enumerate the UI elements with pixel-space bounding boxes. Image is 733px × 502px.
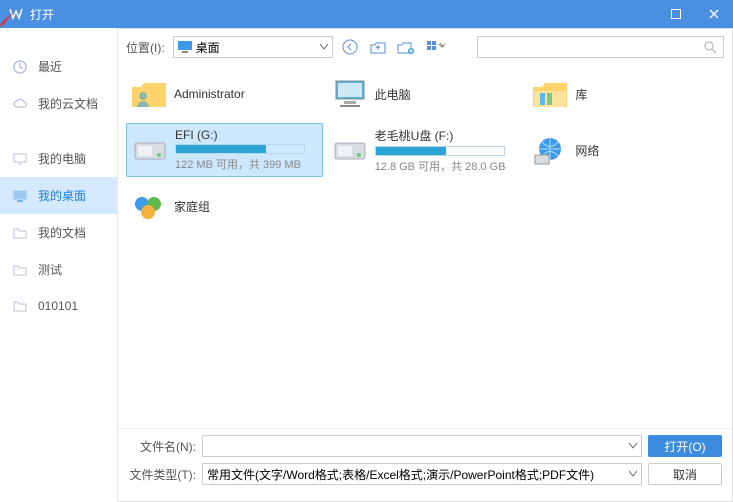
- computer-icon: [331, 75, 369, 113]
- sidebar-item-label: 我的电脑: [38, 150, 86, 167]
- sidebar-item-desktop[interactable]: 我的桌面: [0, 177, 117, 214]
- item-usb-drive[interactable]: 老毛桃U盘 (F:) 12.8 GB 可用，共 28.0 GB: [327, 123, 524, 177]
- item-label: 网络: [575, 142, 720, 159]
- cancel-button[interactable]: 取消: [648, 463, 722, 485]
- usage-bar: [175, 144, 305, 154]
- sidebar-item-recent[interactable]: 最近: [0, 48, 117, 85]
- library-icon: [531, 75, 569, 113]
- sidebar-item-label: 我的云文档: [38, 95, 98, 112]
- folder-icon: [12, 262, 28, 278]
- sidebar-item-label: 最近: [38, 58, 62, 75]
- search-box[interactable]: [477, 36, 724, 58]
- up-button[interactable]: [367, 36, 389, 58]
- item-efi-drive[interactable]: EFI (G:) 122 MB 可用，共 399 MB: [126, 123, 323, 177]
- new-folder-button[interactable]: [395, 36, 417, 58]
- maximize-button[interactable]: [657, 0, 695, 28]
- desktop-icon: [12, 188, 28, 204]
- item-network[interactable]: 网络: [527, 123, 724, 177]
- location-value: 桌面: [196, 39, 220, 56]
- item-label: 家庭组: [174, 198, 319, 215]
- drive-icon: [131, 131, 169, 169]
- item-label: EFI (G:): [175, 128, 318, 142]
- chevron-down-icon: [629, 443, 637, 449]
- annotation-arrow: [0, 12, 14, 28]
- network-icon: [531, 131, 569, 169]
- sidebar-item-cloud[interactable]: 我的云文档: [0, 85, 117, 122]
- sidebar-item-computer[interactable]: 我的电脑: [0, 140, 117, 177]
- filename-label: 文件名(N):: [128, 438, 196, 455]
- chevron-down-icon: [320, 44, 328, 50]
- back-button[interactable]: [339, 36, 361, 58]
- item-homegroup[interactable]: 家庭组: [126, 179, 323, 233]
- filetype-label: 文件类型(T):: [128, 466, 196, 483]
- folder-icon: [12, 298, 28, 314]
- titlebar: 打开: [0, 0, 733, 28]
- folder-icon: [12, 225, 28, 241]
- item-subtext: 12.8 GB 可用，共 28.0 GB: [375, 158, 520, 174]
- usage-bar: [375, 146, 505, 156]
- sidebar-item-label: 测试: [38, 261, 62, 278]
- item-administrator[interactable]: Administrator: [126, 67, 323, 121]
- drive-icon: [331, 131, 369, 169]
- sidebar-item-documents[interactable]: 我的文档: [0, 214, 117, 251]
- item-this-pc[interactable]: 此电脑: [327, 67, 524, 121]
- main-panel: 位置(I): 桌面 Administrator 此电脑: [118, 28, 733, 502]
- item-label: 此电脑: [375, 86, 520, 103]
- item-label: Administrator: [174, 87, 319, 101]
- filetype-select[interactable]: 常用文件(文字/Word格式;表格/Excel格式;演示/PowerPoint格…: [202, 463, 642, 485]
- open-button[interactable]: 打开(O): [648, 435, 722, 457]
- monitor-icon: [12, 151, 28, 167]
- search-icon: [703, 40, 717, 54]
- sidebar-item-label: 我的桌面: [38, 187, 86, 204]
- sidebar-item-label: 010101: [38, 299, 78, 313]
- filetype-value: 常用文件(文字/Word格式;表格/Excel格式;演示/PowerPoint格…: [207, 466, 594, 483]
- location-select[interactable]: 桌面: [173, 36, 333, 58]
- chevron-down-icon: [629, 471, 637, 477]
- cloud-icon: [12, 96, 28, 112]
- filename-input[interactable]: [202, 435, 642, 457]
- item-label: 库: [575, 86, 720, 103]
- toolbar: 位置(I): 桌面: [118, 29, 732, 65]
- location-label: 位置(I):: [126, 39, 165, 56]
- homegroup-icon: [130, 187, 168, 225]
- sidebar-item-label: 我的文档: [38, 224, 86, 241]
- item-label: 老毛桃U盘 (F:): [375, 127, 520, 144]
- clock-icon: [12, 59, 28, 75]
- user-folder-icon: [130, 75, 168, 113]
- item-library[interactable]: 库: [527, 67, 724, 121]
- sidebar: 最近 我的云文档 我的电脑 我的桌面 我的文档 测试 010101: [0, 28, 118, 502]
- window-title: 打开: [30, 6, 657, 23]
- search-input[interactable]: [484, 40, 703, 54]
- view-button[interactable]: [423, 36, 451, 58]
- sidebar-item-010101[interactable]: 010101: [0, 288, 117, 324]
- desktop-icon: [178, 41, 192, 53]
- close-button[interactable]: [695, 0, 733, 28]
- file-grid: Administrator 此电脑 库 EFI (G:) 122 MB 可用，共…: [118, 65, 732, 428]
- sidebar-item-test[interactable]: 测试: [0, 251, 117, 288]
- item-subtext: 122 MB 可用，共 399 MB: [175, 156, 318, 172]
- bottom-panel: 文件名(N): 打开(O) 文件类型(T): 常用文件(文字/Word格式;表格…: [118, 428, 732, 501]
